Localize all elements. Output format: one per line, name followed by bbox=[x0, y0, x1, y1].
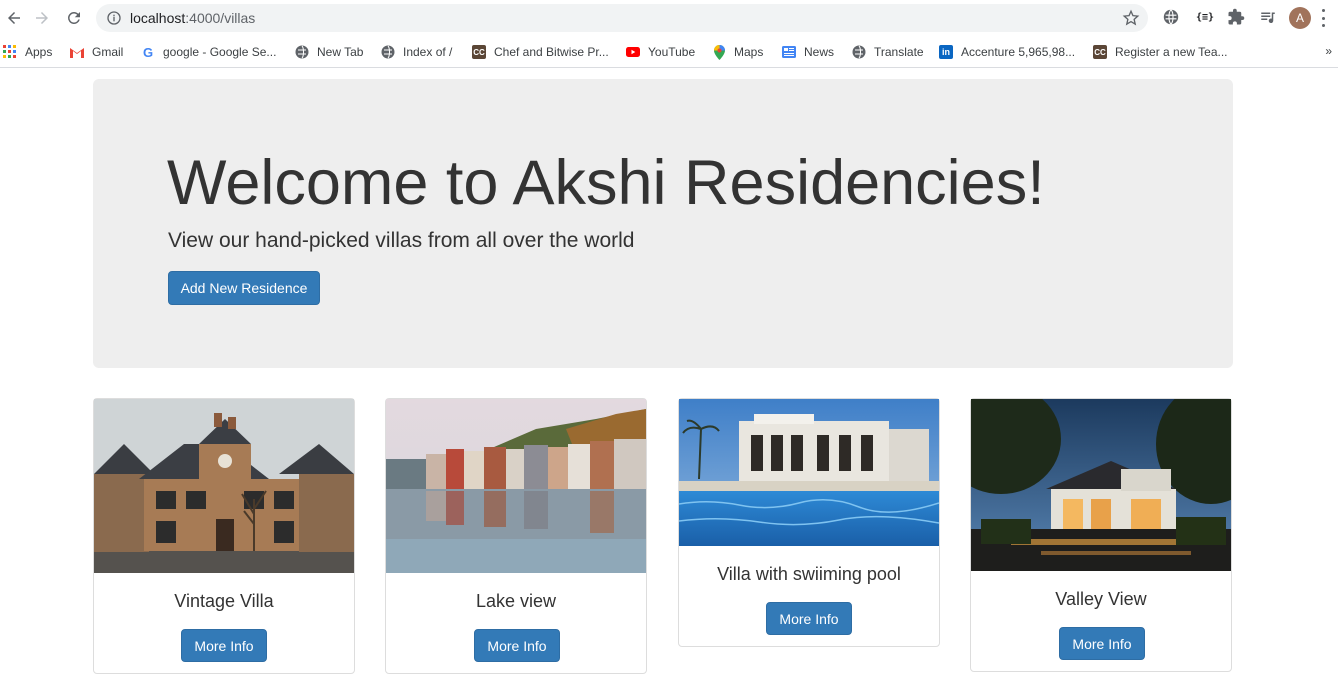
bookmark-apps[interactable]: Apps bbox=[3, 44, 52, 60]
browser-toolbar: localhost:4000/villas {≡} A bbox=[0, 0, 1338, 36]
villa-card: Valley View More Info bbox=[970, 398, 1232, 672]
villa-card: Vintage Villa More Info bbox=[93, 398, 355, 674]
extensions-puzzle-icon[interactable] bbox=[1226, 7, 1246, 27]
site-info-icon[interactable] bbox=[106, 10, 122, 26]
bookmark-new-tab[interactable]: New Tab bbox=[295, 44, 363, 60]
add-new-residence-button[interactable]: Add New Residence bbox=[168, 271, 320, 305]
bookmark-google-search[interactable]: G google - Google Se... bbox=[141, 44, 276, 60]
bookmark-maps[interactable]: Maps bbox=[712, 44, 763, 60]
bookmark-label: News bbox=[804, 45, 835, 59]
bookmark-label: New Tab bbox=[317, 45, 364, 59]
extension-globe-icon[interactable] bbox=[1161, 7, 1181, 27]
bookmark-news[interactable]: News bbox=[782, 44, 834, 60]
bookmark-label: google - Google Se... bbox=[163, 45, 277, 59]
globe-icon bbox=[852, 45, 866, 59]
media-queue-icon[interactable] bbox=[1258, 7, 1278, 27]
villa-name: Vintage Villa bbox=[174, 591, 274, 611]
bookmark-label: Maps bbox=[734, 45, 764, 59]
villa-image bbox=[679, 399, 939, 546]
villa-name: Valley View bbox=[1055, 589, 1147, 609]
more-info-button[interactable]: More Info bbox=[474, 629, 560, 662]
bookmark-label: Accenture 5,965,98... bbox=[961, 45, 1076, 59]
bookmark-label: Gmail bbox=[92, 45, 124, 59]
globe-icon bbox=[381, 45, 395, 59]
villa-name: Lake view bbox=[475, 591, 557, 611]
browser-menu-icon[interactable] bbox=[1320, 9, 1326, 27]
bookmark-label: Chef and Bitwise Pr... bbox=[494, 45, 609, 59]
forward-arrow-icon[interactable] bbox=[28, 4, 56, 32]
bookmark-label: Index of / bbox=[403, 45, 453, 59]
bookmark-label: YouTube bbox=[648, 45, 696, 59]
bookmark-star-icon[interactable] bbox=[1122, 9, 1140, 27]
google-icon: G bbox=[142, 44, 154, 60]
bookmark-translate[interactable]: Translate bbox=[852, 44, 924, 60]
globe-icon bbox=[295, 45, 309, 59]
apps-grid-icon bbox=[3, 45, 17, 59]
bookmark-chef-bitwise[interactable]: CC Chef and Bitwise Pr... bbox=[472, 44, 609, 60]
bookmark-gmail[interactable]: Gmail bbox=[70, 44, 123, 60]
maps-pin-icon bbox=[712, 44, 726, 60]
news-icon bbox=[782, 45, 796, 59]
bookmark-accenture[interactable]: in Accenture 5,965,98... bbox=[939, 44, 1075, 60]
bookmark-label: Translate bbox=[874, 45, 924, 59]
hero-title: Welcome to Akshi Residencies! bbox=[167, 148, 1045, 218]
villa-image bbox=[94, 399, 354, 573]
hero-jumbotron: Welcome to Akshi Residencies! View our h… bbox=[93, 79, 1233, 368]
address-bar[interactable]: localhost:4000/villas bbox=[96, 4, 1148, 32]
bookmarks-bar: Apps Gmail G google - Google Se... New T… bbox=[0, 36, 1338, 68]
bookmark-label: Register a new Tea... bbox=[1115, 45, 1228, 59]
bookmark-youtube[interactable]: YouTube bbox=[626, 44, 695, 60]
hero-subtitle: View our hand-picked villas from all ove… bbox=[168, 229, 635, 252]
more-info-button[interactable]: More Info bbox=[1059, 627, 1145, 660]
reload-icon[interactable] bbox=[60, 4, 88, 32]
youtube-icon bbox=[626, 45, 640, 59]
linkedin-icon: in bbox=[939, 45, 953, 59]
villa-card: Villa with swiiming pool More Info bbox=[678, 398, 940, 647]
villa-image bbox=[386, 399, 646, 573]
more-info-button[interactable]: More Info bbox=[181, 629, 267, 662]
villa-name: Villa with swiiming pool bbox=[717, 564, 901, 584]
json-extension-icon[interactable]: {≡} bbox=[1195, 7, 1215, 27]
cc-icon: CC bbox=[1093, 45, 1107, 59]
profile-avatar[interactable]: A bbox=[1289, 7, 1311, 29]
villa-card: Lake view More Info bbox=[385, 398, 647, 674]
villa-image bbox=[971, 399, 1231, 571]
bookmark-register-team[interactable]: CC Register a new Tea... bbox=[1093, 44, 1228, 60]
bookmarks-overflow-icon[interactable]: » bbox=[1325, 44, 1332, 58]
bookmark-index-of[interactable]: Index of / bbox=[381, 44, 452, 60]
url-text[interactable]: localhost:4000/villas bbox=[130, 10, 255, 26]
bookmark-label: Apps bbox=[25, 45, 53, 59]
cc-icon: CC bbox=[472, 45, 486, 59]
back-arrow-icon[interactable] bbox=[0, 4, 28, 32]
gmail-icon bbox=[70, 45, 84, 59]
more-info-button[interactable]: More Info bbox=[766, 602, 852, 635]
